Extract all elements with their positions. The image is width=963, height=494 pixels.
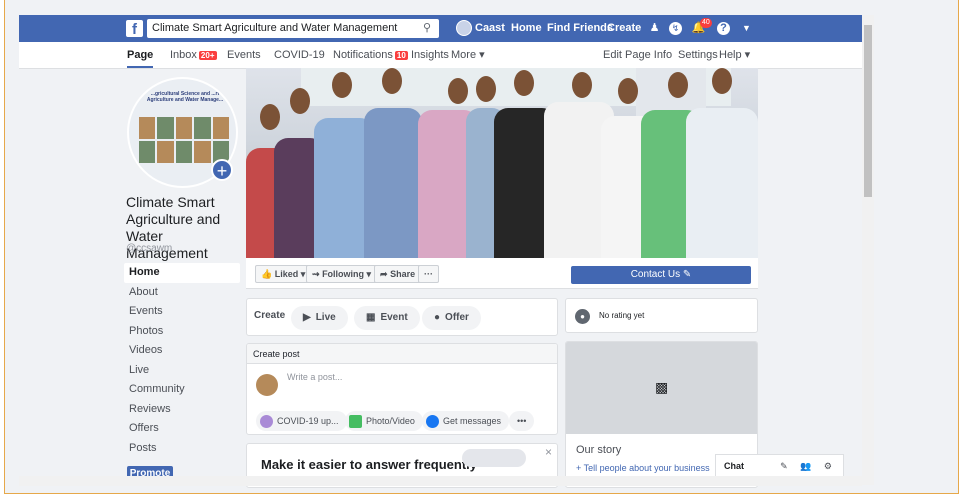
- help-link[interactable]: Help ▾: [719, 42, 750, 68]
- share-button[interactable]: ➦ Share: [374, 265, 422, 283]
- contact-us-button[interactable]: Contact Us ✎: [571, 266, 751, 284]
- covid-icon: [260, 415, 273, 429]
- create-event-button[interactable]: ▦ Event: [354, 306, 420, 330]
- sidebar-item-community[interactable]: Community: [124, 380, 240, 400]
- create-offer-label: Offer: [445, 312, 469, 323]
- get-messages-button[interactable]: Get messages: [422, 411, 510, 431]
- page-tab-bar: Page Inbox 20+ Events COVID-19 Notificati…: [19, 42, 862, 69]
- inbox-count-badge: 20+: [198, 51, 217, 60]
- tab-more[interactable]: More ▾: [451, 42, 485, 68]
- prompt-illustration: [462, 449, 526, 467]
- messenger-icon[interactable]: ↯: [669, 22, 682, 35]
- vertical-scrollbar-thumb[interactable]: [864, 25, 872, 197]
- story-image-placeholder[interactable]: ▩: [566, 342, 757, 434]
- rating-text: No rating yet: [599, 311, 645, 320]
- calendar-icon: ▦: [366, 312, 376, 323]
- sidebar-item-posts[interactable]: Posts: [124, 439, 240, 459]
- messenger-icon: [426, 415, 439, 429]
- browser-frame: f Climate Smart Agriculture and Water Ma…: [4, 0, 959, 494]
- share-icon: ➦: [380, 269, 388, 279]
- create-live-label: Live: [315, 312, 336, 323]
- page-actions-bar: 👍 Liked ▾ ⇝ Following ▾ ➦ Share ··· Cont…: [246, 258, 758, 289]
- settings-link[interactable]: Settings: [678, 42, 718, 68]
- more-actions-button[interactable]: ···: [418, 265, 439, 283]
- facebook-logo-icon[interactable]: f: [126, 20, 143, 38]
- create-offer-button[interactable]: ● Offer: [422, 306, 481, 330]
- sidebar-item-about[interactable]: About: [124, 283, 240, 303]
- edit-page-info-link[interactable]: Edit Page Info: [603, 42, 672, 68]
- page-handle[interactable]: @ccsawm: [126, 243, 172, 254]
- user-avatar[interactable]: [456, 20, 472, 36]
- page-avatar: [256, 374, 278, 396]
- home-link[interactable]: Home: [511, 15, 542, 42]
- covid-update-button[interactable]: COVID-19 up...: [256, 411, 347, 431]
- liked-label: Liked ▾: [274, 269, 306, 279]
- more-post-options-button[interactable]: •••: [509, 411, 535, 431]
- add-photo-icon: ▩: [655, 379, 669, 395]
- chat-label: Chat: [724, 461, 744, 471]
- following-label: Following ▾: [322, 269, 372, 279]
- notification-count-badge: 40: [700, 18, 712, 28]
- sidebar-item-photos[interactable]: Photos: [124, 322, 240, 342]
- photo-icon: [349, 415, 362, 429]
- tab-events[interactable]: Events: [227, 42, 261, 68]
- tab-notifications-label: Notifications: [333, 49, 393, 61]
- post-input[interactable]: Write a post...: [287, 372, 342, 382]
- profile-picture-text: ...gricultural Science and ...rt Agricul…: [146, 91, 224, 103]
- search-input[interactable]: Climate Smart Agriculture and Water Mana…: [147, 19, 439, 38]
- tab-inbox[interactable]: Inbox 20+: [170, 42, 217, 68]
- friend-requests-icon[interactable]: ♟: [647, 21, 662, 36]
- cover-photo[interactable]: [246, 68, 758, 258]
- create-post-card: Create post Write a post... COVID-19 up.…: [246, 343, 558, 435]
- search-icon[interactable]: ⚲: [423, 19, 431, 38]
- top-navigation-bar: f Climate Smart Agriculture and Water Ma…: [19, 15, 862, 42]
- sidebar-item-live[interactable]: Live: [124, 361, 240, 381]
- left-sidebar-nav: Home About Events Photos Videos Live Com…: [124, 263, 240, 458]
- notifications-count-badge: 10: [394, 51, 408, 60]
- photo-video-button[interactable]: Photo/Video: [345, 411, 423, 431]
- sidebar-item-events[interactable]: Events: [124, 302, 240, 322]
- sidebar-item-videos[interactable]: Videos: [124, 341, 240, 361]
- photo-video-label: Photo/Video: [366, 416, 415, 426]
- share-label: Share: [390, 269, 416, 279]
- sidebar-item-home[interactable]: Home: [124, 263, 240, 283]
- rating-icon: ●: [575, 309, 590, 324]
- tab-insights[interactable]: Insights: [411, 42, 449, 68]
- liked-button[interactable]: 👍 Liked ▾: [255, 265, 312, 283]
- add-profile-photo-button[interactable]: +: [211, 159, 233, 181]
- get-messages-label: Get messages: [443, 416, 502, 426]
- rating-card: ● No rating yet: [565, 298, 758, 333]
- faq-prompt-text: Make it easier to answer frequently: [261, 457, 478, 472]
- tab-inbox-label: Inbox: [170, 49, 197, 61]
- create-live-button[interactable]: ▶ Live: [291, 306, 348, 330]
- profile-link[interactable]: Caast: [475, 15, 505, 42]
- video-camera-icon: ▶: [303, 312, 311, 323]
- offer-tag-icon: ●: [434, 312, 441, 323]
- tab-notifications[interactable]: Notifications 10: [333, 42, 408, 68]
- profile-picture-collage: [139, 117, 229, 163]
- question-icon[interactable]: ?: [717, 22, 730, 35]
- caret-down-icon[interactable]: ▼: [739, 21, 754, 36]
- our-story-title: Our story: [576, 444, 622, 456]
- covid-update-label: COVID-19 up...: [277, 416, 339, 426]
- notifications-icon[interactable]: 🔔 40: [691, 18, 712, 36]
- create-label: Create: [254, 310, 286, 321]
- chat-options-icons[interactable]: ✎ 👥 ⚙: [780, 455, 837, 477]
- tab-page[interactable]: Page: [127, 42, 154, 68]
- tab-covid[interactable]: COVID-19: [274, 42, 325, 68]
- horizontal-scrollbar[interactable]: [19, 476, 862, 486]
- create-event-label: Event: [380, 312, 408, 323]
- search-value: Climate Smart Agriculture and Water Mana…: [152, 22, 398, 34]
- create-link[interactable]: Create: [607, 15, 641, 42]
- close-icon[interactable]: ×: [545, 445, 552, 459]
- chat-bar[interactable]: Chat ✎ 👥 ⚙: [715, 454, 844, 477]
- sidebar-item-reviews[interactable]: Reviews: [124, 400, 240, 420]
- sidebar-item-offers[interactable]: Offers: [124, 419, 240, 439]
- find-friends-link[interactable]: Find Friends: [547, 15, 613, 42]
- following-button[interactable]: ⇝ Following ▾: [306, 265, 378, 283]
- tell-people-link[interactable]: + Tell people about your business: [576, 463, 710, 473]
- create-post-header: Create post: [247, 344, 557, 364]
- vertical-scrollbar[interactable]: [862, 15, 874, 485]
- create-card: Create ▶ Live ▦ Event ● Offer: [246, 298, 558, 336]
